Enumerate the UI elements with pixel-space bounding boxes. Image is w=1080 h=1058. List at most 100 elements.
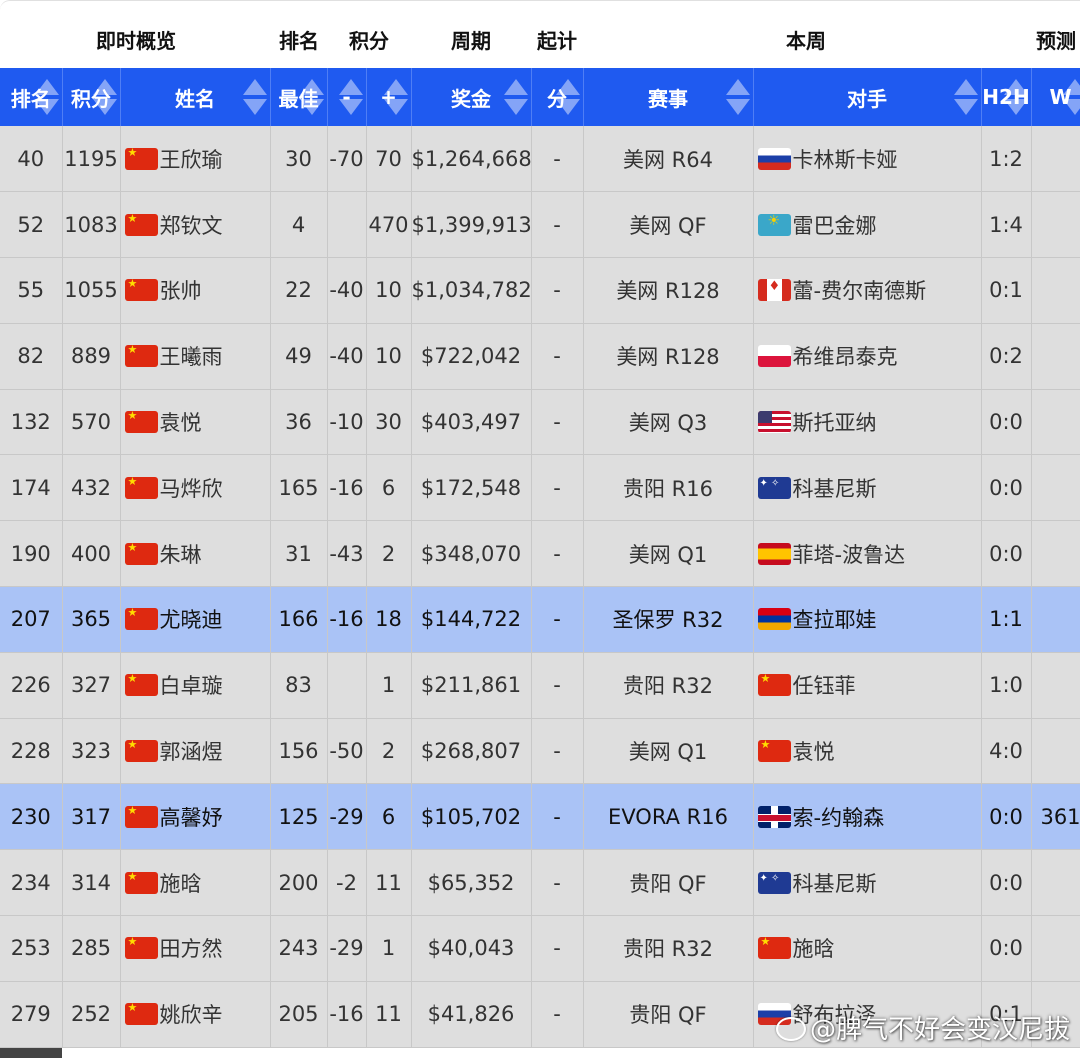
group-prediction: 预测 bbox=[1036, 29, 1076, 53]
cell-minus: -50 bbox=[327, 718, 367, 785]
cell-minus: -16 bbox=[327, 454, 367, 522]
cell-plus-text: 2 bbox=[381, 541, 396, 566]
cell-best: 30 bbox=[270, 126, 328, 193]
column-header-best[interactable]: 最佳 bbox=[270, 68, 328, 126]
table-row[interactable]: 40 1195 王欣瑜 30 -70 70 $1,264,668- 美网 R64 卡林斯卡娅 1:… bbox=[0, 126, 1080, 193]
table-row[interactable]: 132 570 袁悦 36 -10 30 $403,497 - 美网 Q3 斯托亚纳 0:0 bbox=[0, 389, 1080, 456]
cell-fen: - bbox=[531, 323, 584, 390]
column-header-rank[interactable]: 排名 bbox=[0, 68, 63, 126]
cell-name-text: 田方然 bbox=[159, 937, 223, 962]
sort-arrows-icon[interactable] bbox=[953, 75, 979, 119]
cell-fen: - bbox=[531, 257, 584, 324]
column-header-fen[interactable]: 分 bbox=[531, 68, 584, 126]
table-row[interactable]: 52 1083 郑钦文 4 470$1,399,913- 美网 QF 雷巴金娜 1:4 bbox=[0, 191, 1080, 259]
sort-arrows-icon[interactable] bbox=[383, 75, 409, 119]
cell-prize: $105,702 bbox=[411, 783, 532, 851]
table-row[interactable]: 226 327 白卓璇 83 1 $211,861 - 贵阳 R32 任钰菲 1:0 bbox=[0, 652, 1080, 719]
table-row[interactable]: 230 317 高馨妤 125 -29 6 $105,702 - EVORA R16 索-约翰森 0… bbox=[0, 783, 1080, 851]
cell-rank-text: 228 bbox=[10, 739, 51, 764]
column-header-name[interactable]: 姓名 bbox=[120, 68, 271, 126]
cell-opp-text: 蕾-费尔南德斯 bbox=[792, 279, 927, 304]
cell-best: 49 bbox=[270, 323, 328, 390]
cell-name: 白卓璇 bbox=[120, 652, 271, 719]
column-header-opp[interactable]: 对手 bbox=[753, 68, 982, 126]
column-header-event[interactable]: 赛事 bbox=[583, 68, 754, 126]
column-header-h2h[interactable]: H2H bbox=[981, 68, 1032, 126]
cell-opp: 施晗 bbox=[753, 915, 982, 982]
sort-arrows-icon[interactable] bbox=[338, 75, 364, 119]
cell-name: 袁悦 bbox=[120, 389, 271, 456]
cell-minus-text: -43 bbox=[329, 541, 364, 566]
column-header-label: 赛事 bbox=[648, 86, 688, 111]
table-row[interactable]: 228 323 郭涵煜 156 -50 2 $268,807 - 美网 Q1 袁悦 4:0 bbox=[0, 718, 1080, 785]
cell-fen: - bbox=[531, 454, 584, 522]
table-row[interactable]: 253 285 田方然 243 -29 1 $40,043 - 贵阳 R32 施晗 0:0 bbox=[0, 915, 1080, 982]
cell-prize: $722,042 bbox=[411, 323, 532, 390]
cell-minus-text: -40 bbox=[329, 278, 364, 303]
cell-name: 田方然 bbox=[120, 915, 271, 982]
sort-arrows-icon[interactable] bbox=[92, 75, 118, 119]
cell-minus-text: -16 bbox=[329, 607, 364, 632]
cell-prize: $41,826 bbox=[411, 981, 532, 1048]
ranking-table: 排名积分姓名最佳-+奖金分赛事对手H2HW 401195王欣瑜30-7070$1… bbox=[0, 68, 1080, 1048]
column-header-w[interactable]: W bbox=[1031, 68, 1080, 126]
sort-arrows-icon[interactable] bbox=[1003, 75, 1029, 119]
column-header-prize[interactable]: 奖金 bbox=[411, 68, 532, 126]
group-rank: 排名 bbox=[279, 29, 319, 53]
cell-name-text: 张帅 bbox=[159, 279, 202, 304]
sort-arrows-icon[interactable] bbox=[1062, 75, 1080, 119]
sort-arrows-icon[interactable] bbox=[34, 75, 60, 119]
table-row[interactable]: 174 432 马烨欣 165 -16 6 $172,548 - 贵阳 R16 科基尼斯 0:0 bbox=[0, 454, 1080, 522]
cell-plus: 6 bbox=[366, 454, 412, 522]
cell-best-text: 200 bbox=[278, 870, 319, 895]
cell-minus-text: -2 bbox=[336, 870, 357, 895]
cell-prize-text: $65,352 bbox=[427, 870, 515, 895]
cell-event: 贵阳 R32 bbox=[583, 915, 754, 982]
sort-arrows-icon[interactable] bbox=[242, 75, 268, 119]
column-header-label: 对手 bbox=[847, 86, 887, 111]
cell-name-text: 白卓璇 bbox=[159, 674, 223, 699]
flag-us-icon bbox=[757, 411, 791, 434]
cell-name-text: 袁悦 bbox=[159, 411, 202, 436]
flag-cn-icon bbox=[757, 937, 791, 960]
table-row[interactable]: 82 889 王曦雨 49 -40 10 $722,042 - 美网 R128 希维昂泰克 0:2 bbox=[0, 323, 1080, 390]
cell-best: 166 bbox=[270, 586, 328, 653]
cell-pts: 400 bbox=[62, 520, 121, 588]
cell-plus: 1 bbox=[366, 652, 412, 719]
cell-prize-text: $41,826 bbox=[427, 1002, 515, 1027]
cell-best-text: 22 bbox=[285, 278, 312, 303]
cell-h2h: 0:0 bbox=[981, 454, 1032, 522]
cell-fen-text: - bbox=[553, 541, 561, 566]
cell-event-text: 美网 R128 bbox=[616, 345, 720, 370]
sort-arrows-icon[interactable] bbox=[725, 75, 751, 119]
cell-event: 贵阳 QF bbox=[583, 981, 754, 1048]
table-row[interactable]: 55 1055 张帅 22 -40 10 $1,034,782- 美网 R128 蕾-费尔南德斯… bbox=[0, 257, 1080, 324]
cell-fen-text: - bbox=[553, 278, 561, 303]
cell-rank: 234 bbox=[0, 849, 63, 917]
cell-fen-text: - bbox=[553, 870, 561, 895]
cell-h2h-text: 1:0 bbox=[989, 673, 1023, 698]
column-header-plus[interactable]: + bbox=[366, 68, 412, 126]
table-row[interactable]: 207 365 尤晓迪 166 -16 18 $144,722 - 圣保罗 R32 查拉耶娃 1:1 bbox=[0, 586, 1080, 653]
cell-prize-text: $722,042 bbox=[420, 344, 522, 369]
cell-event-text: 美网 Q1 bbox=[628, 542, 708, 567]
table-row[interactable]: 234 314 施晗 200 -2 11 $65,352 - 贵阳 QF 科基尼斯 0:0 bbox=[0, 849, 1080, 917]
cell-prize: $144,722 bbox=[411, 586, 532, 653]
sort-arrows-icon[interactable] bbox=[503, 75, 529, 119]
sort-arrows-icon[interactable] bbox=[555, 75, 581, 119]
watermark-text: @脾气不好会变汉尼拔 bbox=[809, 1015, 1070, 1045]
column-header-pts[interactable]: 积分 bbox=[62, 68, 121, 126]
cell-prize-text: $40,043 bbox=[427, 936, 515, 961]
scrollbar-stub[interactable] bbox=[0, 1048, 62, 1058]
cell-w bbox=[1031, 520, 1080, 588]
cell-plus: 470 bbox=[366, 191, 412, 259]
cell-minus: -2 bbox=[327, 849, 367, 917]
cell-prize-text: $172,548 bbox=[420, 475, 522, 500]
group-this-week: 本周 bbox=[786, 29, 826, 53]
cell-event-text: 美网 R128 bbox=[616, 279, 720, 304]
cell-event: 美网 Q1 bbox=[583, 718, 754, 785]
sort-arrows-icon[interactable] bbox=[299, 75, 325, 119]
table-row[interactable]: 190 400 朱琳 31 -43 2 $348,070 - 美网 Q1 菲塔-波鲁达 0:0 bbox=[0, 520, 1080, 588]
flag-cn-icon bbox=[124, 805, 158, 828]
column-header-minus[interactable]: - bbox=[327, 68, 367, 126]
